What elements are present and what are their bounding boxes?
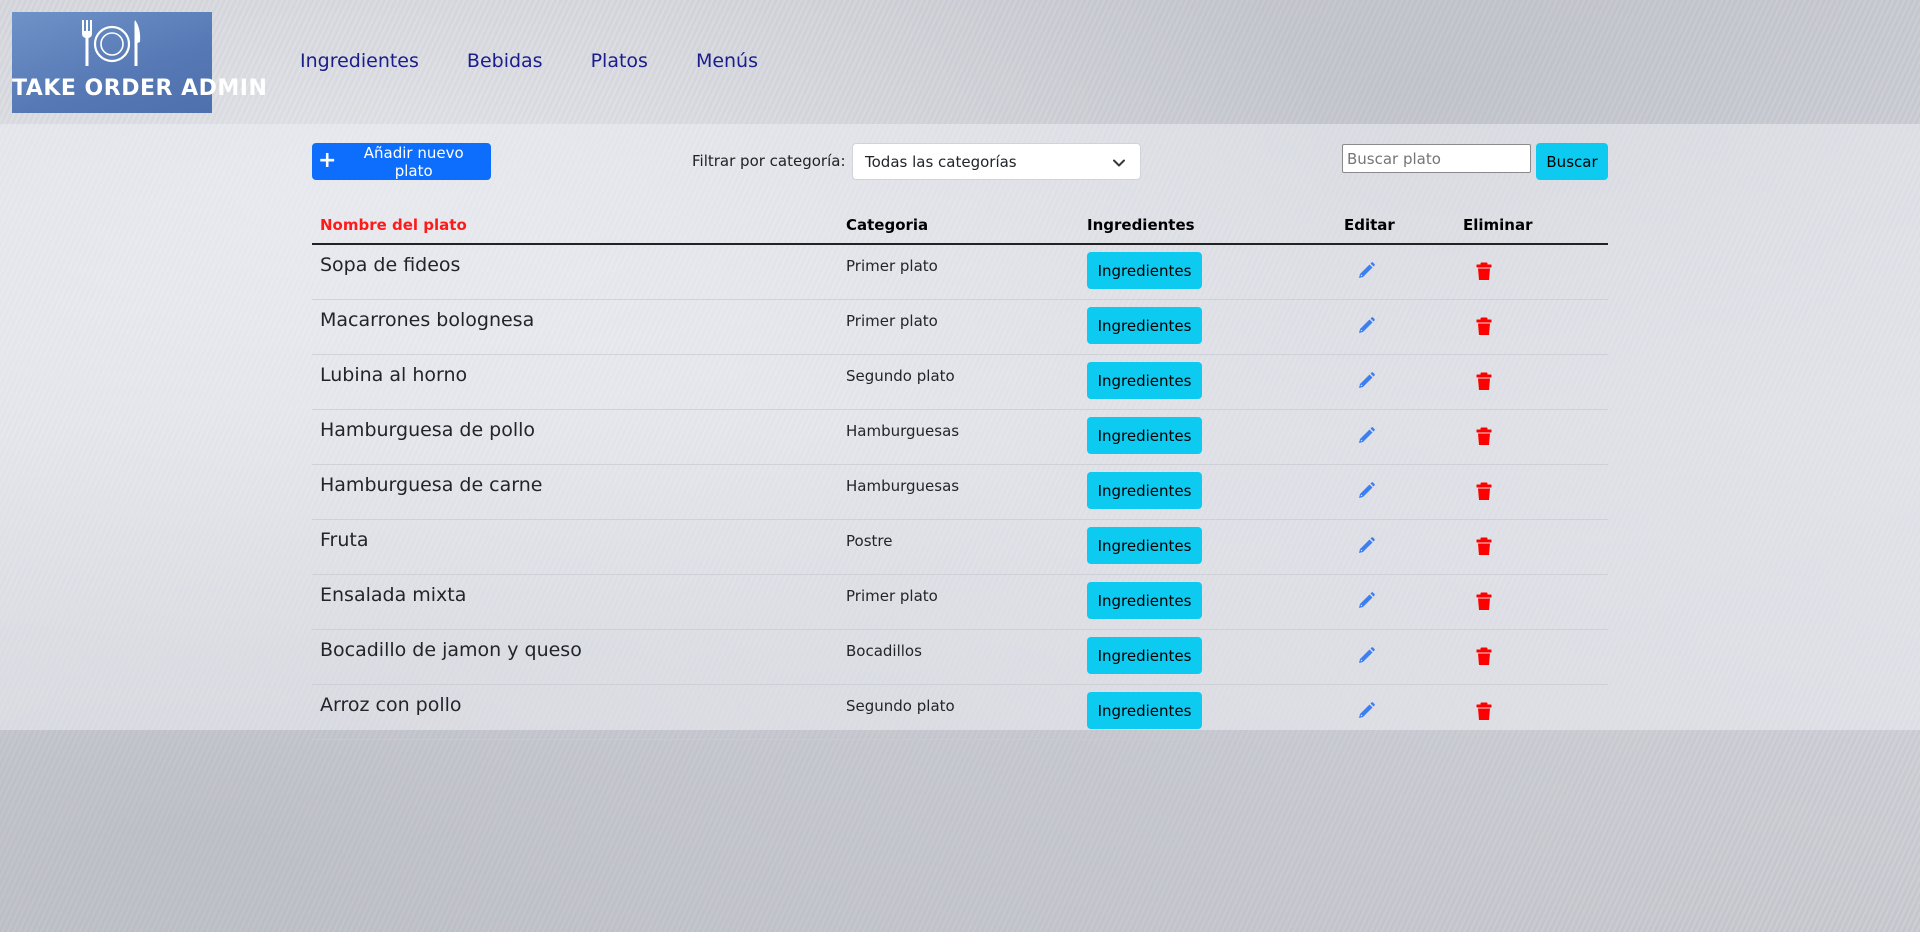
ingredients-button[interactable]: Ingredientes [1087, 362, 1202, 399]
dish-name: Arroz con pollo [320, 694, 462, 716]
trash-icon[interactable] [1474, 481, 1494, 501]
dish-category: Primer plato [846, 312, 938, 330]
nav-item-ingredientes[interactable]: Ingredientes [300, 50, 419, 72]
dish-category: Primer plato [846, 587, 938, 605]
table-row: Macarrones bolognesa Primer plato Ingred… [312, 300, 1608, 355]
dish-category: Hamburguesas [846, 477, 960, 495]
dish-name: Sopa de fideos [320, 254, 461, 276]
dish-category: Postre [846, 532, 893, 550]
trash-icon[interactable] [1474, 646, 1494, 666]
nav-item-platos[interactable]: Platos [591, 50, 648, 72]
trash-icon[interactable] [1474, 261, 1494, 281]
dish-name: Fruta [320, 529, 369, 551]
pencil-icon[interactable] [1356, 261, 1376, 281]
pencil-icon[interactable] [1356, 701, 1376, 721]
nav-item-bebidas[interactable]: Bebidas [467, 50, 543, 72]
logo-text: TAKE ORDER ADMIN [12, 76, 268, 101]
column-header-delete: Eliminar [1463, 216, 1533, 234]
ingredients-button[interactable]: Ingredientes [1087, 692, 1202, 729]
dish-category: Primer plato [846, 257, 938, 275]
column-header-category: Categoria [846, 216, 929, 234]
logo[interactable]: TAKE ORDER ADMIN [12, 12, 268, 113]
table-row: Fruta Postre Ingredientes [312, 520, 1608, 575]
dish-name: Lubina al horno [320, 364, 468, 386]
column-header-edit: Editar [1344, 216, 1395, 234]
trash-icon[interactable] [1474, 316, 1494, 336]
dish-name: Ensalada mixta [320, 584, 467, 606]
pencil-icon[interactable] [1356, 371, 1376, 391]
plus-icon: + [318, 147, 337, 173]
ingredients-button[interactable]: Ingredientes [1087, 307, 1202, 344]
pencil-icon[interactable] [1356, 316, 1376, 336]
ingredients-button[interactable]: Ingredientes [1087, 417, 1202, 454]
trash-icon[interactable] [1474, 591, 1494, 611]
category-filter-value: Todas las categorías [865, 152, 1017, 171]
dish-category: Hamburguesas [846, 422, 960, 440]
trash-icon[interactable] [1474, 701, 1494, 721]
ingredients-button[interactable]: Ingredientes [1087, 582, 1202, 619]
table-row: Arroz con pollo Segundo plato Ingredient… [312, 685, 1608, 740]
trash-icon[interactable] [1474, 371, 1494, 391]
trash-icon[interactable] [1474, 426, 1494, 446]
plate-fork-knife-icon [82, 20, 141, 66]
main-nav: Ingredientes Bebidas Platos Menús [300, 50, 806, 72]
pencil-icon[interactable] [1356, 426, 1376, 446]
ingredients-button[interactable]: Ingredientes [1087, 472, 1202, 509]
category-filter-select[interactable]: Todas las categorías [852, 143, 1141, 180]
chevron-down-icon [1113, 159, 1125, 167]
ingredients-button[interactable]: Ingredientes [1087, 252, 1202, 289]
dish-category: Segundo plato [846, 697, 955, 715]
pencil-icon[interactable] [1356, 591, 1376, 611]
table-row: Hamburguesa de pollo Hamburguesas Ingred… [312, 410, 1608, 465]
search-input[interactable] [1342, 144, 1531, 173]
column-header-ingredients: Ingredientes [1087, 216, 1195, 234]
dish-category: Bocadillos [846, 642, 922, 660]
table-row: Sopa de fideos Primer plato Ingredientes [312, 245, 1608, 300]
nav-item-menus[interactable]: Menús [696, 50, 758, 72]
dish-name: Bocadillo de jamon y queso [320, 639, 582, 661]
table-header: Nombre del plato Categoria Ingredientes … [312, 205, 1608, 245]
add-dish-button[interactable]: + Añadir nuevo plato [312, 143, 491, 180]
table-row: Lubina al horno Segundo plato Ingredient… [312, 355, 1608, 410]
dish-name: Hamburguesa de pollo [320, 419, 536, 441]
table-row: Bocadillo de jamon y queso Bocadillos In… [312, 630, 1608, 685]
search-button[interactable]: Buscar [1536, 143, 1608, 180]
dishes-table: Nombre del plato Categoria Ingredientes … [312, 205, 1608, 740]
pencil-icon[interactable] [1356, 646, 1376, 666]
ingredients-button[interactable]: Ingredientes [1087, 637, 1202, 674]
dish-category: Segundo plato [846, 367, 955, 385]
table-row: Hamburguesa de carne Hamburguesas Ingred… [312, 465, 1608, 520]
table-row: Ensalada mixta Primer plato Ingredientes [312, 575, 1608, 630]
filter-label: Filtrar por categoría: [692, 152, 846, 170]
trash-icon[interactable] [1474, 536, 1494, 556]
column-header-name[interactable]: Nombre del plato [320, 216, 467, 234]
dish-name: Hamburguesa de carne [320, 474, 543, 496]
ingredients-button[interactable]: Ingredientes [1087, 527, 1202, 564]
pencil-icon[interactable] [1356, 481, 1376, 501]
add-dish-label: Añadir nuevo plato [363, 143, 464, 180]
dish-name: Macarrones bolognesa [320, 309, 535, 331]
pencil-icon[interactable] [1356, 536, 1376, 556]
